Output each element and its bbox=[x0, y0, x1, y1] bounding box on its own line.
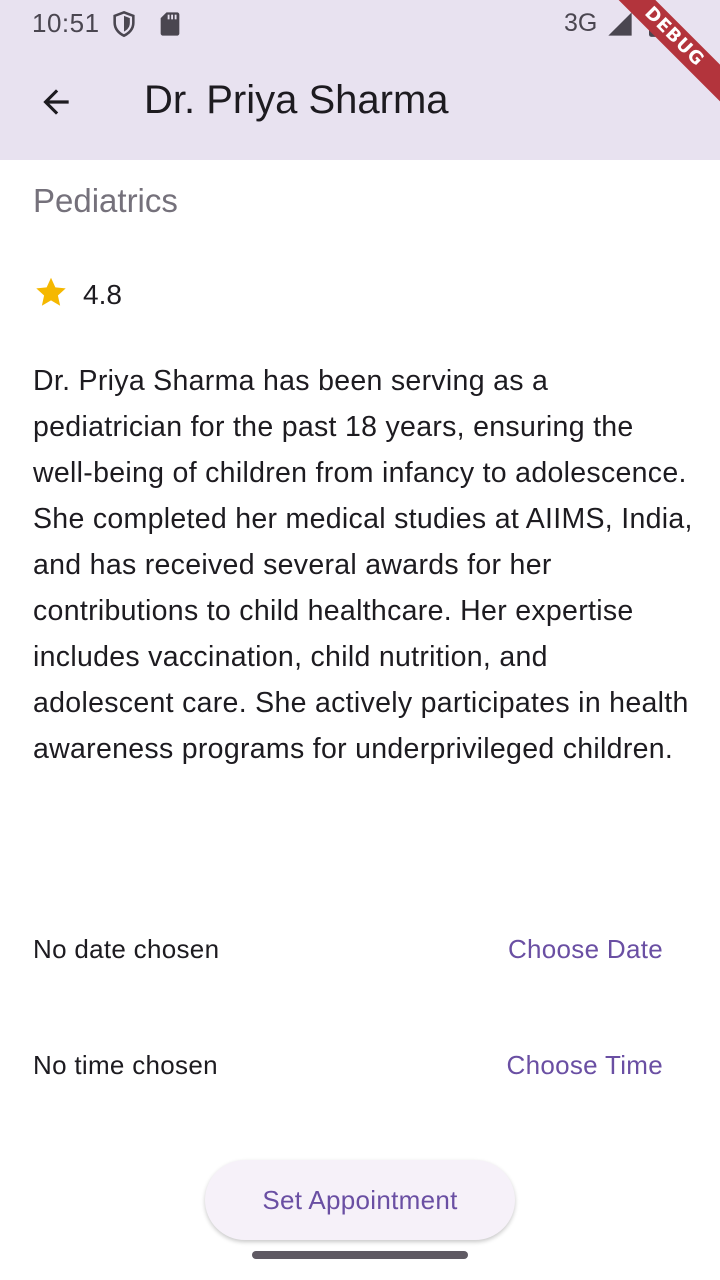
shield-icon bbox=[110, 10, 138, 38]
home-indicator[interactable] bbox=[252, 1251, 468, 1259]
choose-time-button[interactable]: Choose Time bbox=[507, 1050, 663, 1081]
time-status-label: No time chosen bbox=[33, 1050, 218, 1080]
doctor-specialty: Pediatrics bbox=[33, 182, 178, 219]
sd-card-icon bbox=[156, 10, 184, 38]
date-picker-row: No date chosen Choose Date bbox=[33, 924, 673, 974]
status-bar: 10:51 3G bbox=[0, 0, 720, 48]
doctor-rating: 4.8 bbox=[83, 278, 122, 310]
screen: 10:51 3G Dr. Priya Sharma DEBUG Pediatri… bbox=[0, 0, 720, 1280]
set-appointment-button[interactable]: Set Appointment bbox=[205, 1160, 515, 1240]
top-bar: 10:51 3G Dr. Priya Sharma DEBUG bbox=[0, 0, 720, 160]
time-picker-row: No time chosen Choose Time bbox=[33, 1040, 673, 1090]
star-icon bbox=[33, 274, 69, 315]
back-button[interactable] bbox=[24, 72, 88, 136]
doctor-bio: Dr. Priya Sharma has been serving as a p… bbox=[33, 365, 693, 765]
choose-date-button[interactable]: Choose Date bbox=[508, 934, 663, 965]
app-bar: Dr. Priya Sharma bbox=[0, 48, 720, 160]
status-time: 10:51 bbox=[32, 8, 100, 38]
network-type: 3G bbox=[564, 9, 598, 37]
page-title: Dr. Priya Sharma bbox=[144, 78, 449, 122]
signal-icon bbox=[606, 10, 634, 38]
date-status-label: No date chosen bbox=[33, 934, 220, 964]
arrow-back-icon bbox=[37, 83, 75, 126]
rating-row: 4.8 bbox=[33, 274, 122, 315]
